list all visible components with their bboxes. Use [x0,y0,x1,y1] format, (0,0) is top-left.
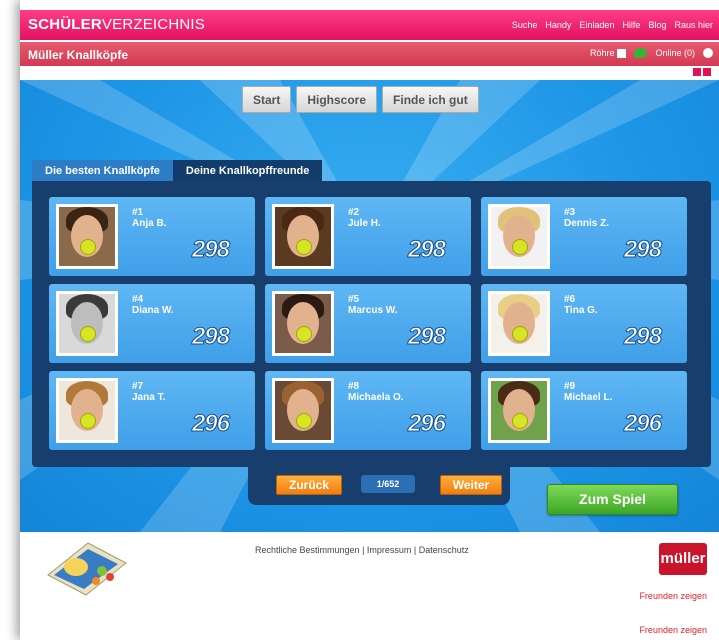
player-name: Michael L. [564,392,613,403]
tab-start[interactable]: Start [242,86,292,113]
sound-icon[interactable] [703,48,713,59]
player-name: Jana T. [132,392,166,403]
player-name: Jule H. [348,218,381,229]
player-name: Anja B. [132,218,167,229]
pagination: Zurück 1/652 Weiter [248,467,510,505]
player-rank: #9 [564,381,576,392]
link-impressum[interactable]: Impressum [367,545,412,555]
score-card[interactable]: #3 Dennis Z. 298 [481,197,687,276]
game-area: Start Highscore Finde ich gut Die besten… [20,80,719,532]
brand-bold: SCHÜLER [28,16,102,33]
product-image [47,542,127,596]
score-card[interactable]: #2 Jule H. 298 [265,197,471,276]
player-name: Diana W. [132,305,174,316]
app-frame: SCHÜLERVERZEICHNIS Suche Handy Einladen … [20,0,719,640]
top-nav: Suche Handy Einladen Hilfe Blog Raus hie… [512,20,713,30]
mini-toolbar [693,68,711,76]
sub-bar-controls: Röhre Online (0) [589,48,713,59]
player-name: Marcus W. [348,305,398,316]
muller-logo[interactable]: müller [659,543,707,575]
page-title: Müller Knallköpfe [28,48,129,62]
player-photo [488,204,550,269]
nav-hilfe[interactable]: Hilfe [622,20,640,30]
tab-finde-ich-gut[interactable]: Finde ich gut [382,86,479,113]
tab-highscore[interactable]: Highscore [296,86,378,113]
rohre-toggle[interactable]: Röhre [589,48,627,59]
list-tabs: Die besten Knallköpfe Deine Knallkopffre… [32,160,323,182]
brand-logo[interactable]: SCHÜLERVERZEICHNIS [28,16,205,33]
online-status[interactable]: Online (0) [655,48,695,58]
highscore-panel: #1 Anja B. 298 #2 Jule H. 298 #3 Dennis … [32,181,711,467]
player-rank: #8 [348,381,360,392]
score-card[interactable]: #8 Michaela O. 296 [265,371,471,450]
chat-icon[interactable] [634,48,648,59]
sub-bar: Müller Knallköpfe Röhre Online (0) [20,42,719,66]
nav-blog[interactable]: Blog [648,20,666,30]
player-name: Tina G. [564,305,598,316]
play-button[interactable]: Zum Spiel [547,484,678,515]
tab-best-knallkoepfe[interactable]: Die besten Knallköpfe [32,160,173,182]
checkbox-icon [617,49,627,59]
player-photo [56,291,118,356]
page-counter: 1/652 [361,475,415,493]
player-photo [272,291,334,356]
player-score: 296 [407,410,446,438]
player-photo [272,204,334,269]
user-icon[interactable] [693,68,701,76]
player-rank: #6 [564,294,576,305]
player-score: 296 [191,410,230,438]
player-rank: #2 [348,207,360,218]
tab-knallkopffreunde[interactable]: Deine Knallkopffreunde [172,160,323,182]
player-photo [488,378,550,443]
player-score: 298 [191,236,230,264]
share-link-2[interactable]: Freunden zeigen [639,625,707,635]
player-rank: #3 [564,207,576,218]
player-score: 298 [623,236,662,264]
score-card[interactable]: #7 Jana T. 296 [49,371,255,450]
separator: | [411,545,419,555]
player-rank: #1 [132,207,144,218]
link-datenschutz[interactable]: Datenschutz [419,545,469,555]
game-tabs: Start Highscore Finde ich gut [242,86,479,113]
footer-links: Rechtliche Bestimmungen | Impressum | Da… [255,545,469,555]
score-card[interactable]: #6 Tina G. 298 [481,284,687,363]
player-score: 296 [623,410,662,438]
brand-thin: VERZEICHNIS [101,16,205,33]
share-link-1[interactable]: Freunden zeigen [639,591,707,601]
player-photo [272,378,334,443]
score-card[interactable]: #1 Anja B. 298 [49,197,255,276]
player-score: 298 [623,323,662,351]
top-bar: SCHÜLERVERZEICHNIS Suche Handy Einladen … [20,10,719,40]
wrench-icon[interactable] [703,68,711,76]
player-name: Michaela O. [348,392,404,403]
score-card[interactable]: #4 Diana W. 298 [49,284,255,363]
rohre-label: Röhre [589,48,615,58]
player-score: 298 [407,323,446,351]
player-score: 298 [191,323,230,351]
nav-handy[interactable]: Handy [545,20,571,30]
nav-suche[interactable]: Suche [512,20,538,30]
nav-einladen[interactable]: Einladen [579,20,614,30]
nav-raus-hier[interactable]: Raus hier [674,20,713,30]
player-rank: #4 [132,294,144,305]
separator: | [359,545,367,555]
highscore-grid: #1 Anja B. 298 #2 Jule H. 298 #3 Dennis … [49,197,687,450]
player-rank: #5 [348,294,360,305]
score-card[interactable]: #5 Marcus W. 298 [265,284,471,363]
player-photo [488,291,550,356]
player-name: Dennis Z. [564,218,610,229]
player-photo [56,378,118,443]
player-photo [56,204,118,269]
link-legal[interactable]: Rechtliche Bestimmungen [255,545,360,555]
score-card[interactable]: #9 Michael L. 296 [481,371,687,450]
player-score: 298 [407,236,446,264]
back-button[interactable]: Zurück [276,475,342,495]
player-rank: #7 [132,381,144,392]
next-button[interactable]: Weiter [440,475,502,495]
